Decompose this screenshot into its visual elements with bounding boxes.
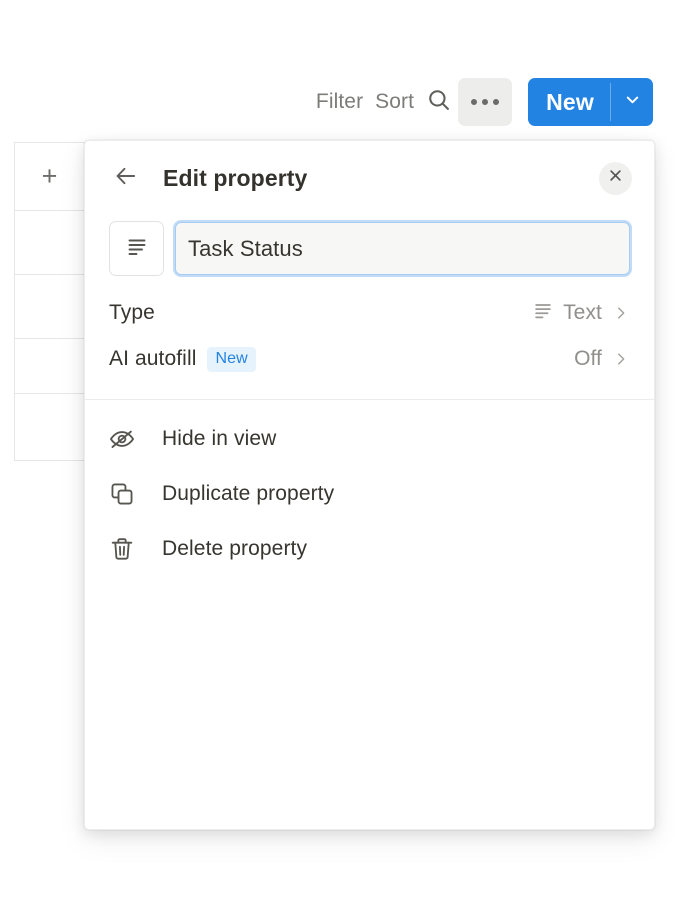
ai-autofill-label: AI autofill <box>109 347 197 370</box>
copy-icon <box>109 481 145 507</box>
ellipsis-icon <box>471 99 500 105</box>
property-type-value-text: Text <box>563 301 602 324</box>
table-row[interactable] <box>15 211 84 275</box>
edit-property-panel: Edit property Type <box>84 140 655 830</box>
search-icon <box>426 87 452 118</box>
back-button[interactable] <box>109 161 143 195</box>
more-options-button[interactable] <box>458 78 513 126</box>
property-type-row[interactable]: Type Text <box>85 290 654 336</box>
chevron-right-icon <box>612 350 630 368</box>
eye-off-icon <box>109 426 145 452</box>
new-button[interactable]: New <box>528 78 610 126</box>
property-type-label: Type <box>109 301 155 324</box>
chevron-down-icon <box>623 90 642 114</box>
ai-autofill-value-text: Off <box>574 347 602 370</box>
duplicate-property-label: Duplicate property <box>162 481 335 505</box>
property-name-input[interactable] <box>188 235 617 262</box>
panel-header: Edit property <box>85 141 654 215</box>
ai-autofill-row[interactable]: AI autofill New Off <box>85 336 654 382</box>
delete-property-label: Delete property <box>162 536 308 560</box>
property-type-button[interactable] <box>109 221 164 276</box>
hide-in-view-label: Hide in view <box>162 426 277 450</box>
property-name-row <box>85 221 654 276</box>
chevron-right-icon <box>612 304 630 322</box>
new-button-dropdown[interactable] <box>611 78 653 126</box>
duplicate-property-item[interactable]: Duplicate property <box>85 466 654 521</box>
text-lines-icon <box>532 299 554 327</box>
new-badge: New <box>207 346 256 372</box>
sort-button[interactable]: Sort <box>369 86 420 118</box>
close-icon <box>608 168 623 188</box>
new-button-group[interactable]: New <box>528 78 653 126</box>
database-grid: + <box>14 142 85 461</box>
property-actions-menu: Hide in view Duplicate property Delete p… <box>85 400 654 576</box>
search-button[interactable] <box>420 83 458 121</box>
add-column-cell[interactable]: + <box>15 143 84 211</box>
property-type-value: Text <box>532 299 602 327</box>
table-row[interactable] <box>15 275 84 339</box>
trash-icon <box>109 536 145 562</box>
filter-button[interactable]: Filter <box>310 86 369 118</box>
plus-icon: + <box>41 161 58 191</box>
hide-in-view-item[interactable]: Hide in view <box>85 411 654 466</box>
page-title: Edit property <box>163 164 308 191</box>
arrow-left-icon <box>113 163 139 194</box>
ai-autofill-value: Off <box>574 347 602 371</box>
property-name-input-wrapper[interactable] <box>175 222 630 275</box>
table-row[interactable] <box>15 339 84 394</box>
close-button[interactable] <box>599 161 632 195</box>
database-toolbar: Filter Sort New <box>0 74 675 130</box>
text-lines-icon <box>125 234 149 263</box>
delete-property-item[interactable]: Delete property <box>85 521 654 576</box>
table-row[interactable] <box>15 394 84 461</box>
